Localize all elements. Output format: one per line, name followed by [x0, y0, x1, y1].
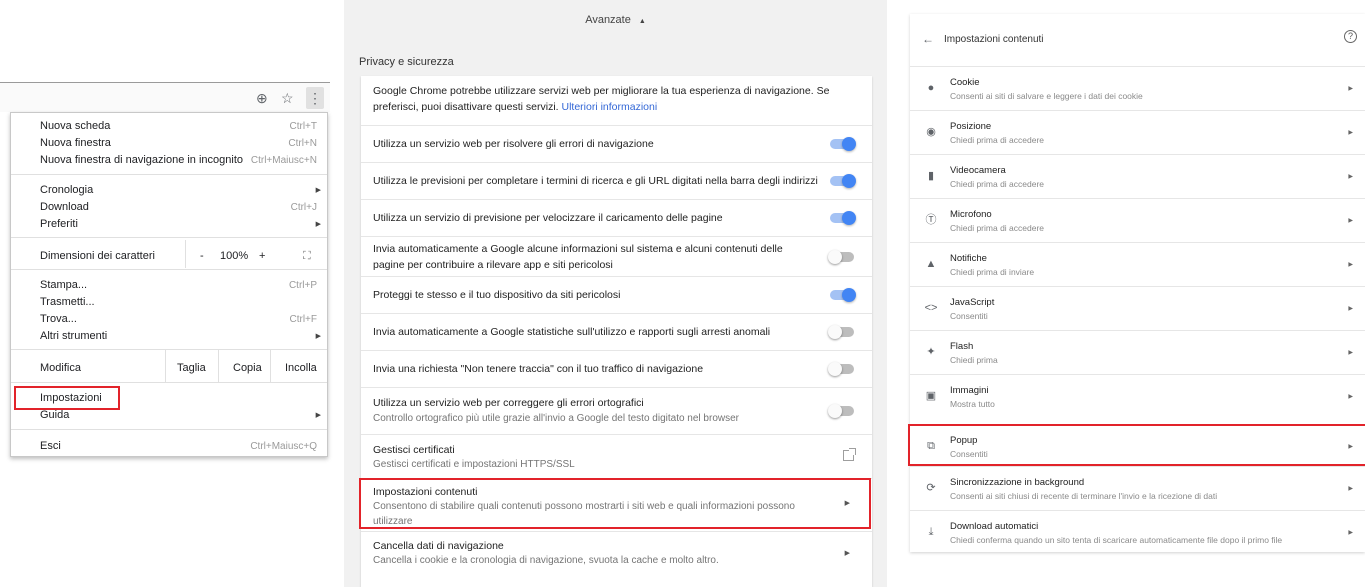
puzzle-icon: ✦	[926, 346, 936, 358]
menu-item-print[interactable]: Stampa... Ctrl+P	[11, 277, 327, 294]
submenu-arrow-icon: ▶	[315, 187, 321, 194]
content-item-location[interactable]: ◉ Posizione Chiedi prima di accedere ▶	[910, 110, 1365, 154]
content-item-notifications[interactable]: ▲ Notifiche Chiedi prima di inviare ▶	[910, 242, 1365, 286]
menu-item-downloads[interactable]: Download Ctrl+J	[11, 199, 327, 216]
browser-toolbar: ⊕ ☆ ⋮	[0, 82, 330, 112]
popup-highlight-box	[908, 424, 1365, 466]
camera-icon: ▮	[927, 170, 935, 182]
location-target-icon[interactable]: ⊕	[256, 88, 268, 108]
bookmark-star-icon[interactable]: ☆	[281, 88, 294, 108]
toggle-row[interactable]: Utilizza le previsioni per completare i …	[361, 162, 872, 199]
image-icon: ▣	[925, 390, 937, 402]
cut-button[interactable]: Taglia	[177, 360, 206, 377]
chevron-right-icon: ▶	[1348, 218, 1353, 224]
section-title: Privacy e sicurezza	[359, 56, 454, 68]
toggle-row[interactable]: Invia automaticamente a Google alcune in…	[361, 236, 872, 276]
toggle-row[interactable]: Invia una richiesta "Non tenere traccia"…	[361, 350, 872, 387]
zoom-value: 100%	[220, 250, 249, 262]
menu-zoom-row: Dimensioni dei caratteri - 100% + ⛶	[11, 248, 327, 265]
chevron-right-icon: ▶	[1348, 486, 1353, 492]
menu-item-new-window[interactable]: Nuova finestra Ctrl+N	[11, 135, 327, 152]
content-item-flash[interactable]: ✦ Flash Chiedi prima ▶	[910, 330, 1365, 374]
zoom-in-button[interactable]: +	[259, 248, 265, 265]
toggle-switch[interactable]	[828, 362, 854, 376]
external-link-icon	[843, 448, 856, 461]
chevron-right-icon: ▶	[1348, 174, 1353, 180]
content-item-cookie[interactable]: ● Cookie Consenti ai siti di salvare e l…	[910, 66, 1365, 110]
menu-item-more-tools[interactable]: Altri strumenti ▶	[11, 328, 327, 345]
chevron-right-icon: ▶	[1348, 394, 1353, 400]
chevron-right-icon: ▶	[1348, 530, 1353, 536]
microphone-icon: Ⓣ	[925, 214, 937, 226]
chevron-right-icon: ▶	[1348, 130, 1353, 136]
content-settings-header: ← Impostazioni contenuti ?	[910, 14, 1365, 66]
toggle-switch[interactable]	[830, 211, 856, 225]
content-settings-panel: ← Impostazioni contenuti ? ● Cookie Cons…	[908, 14, 1365, 554]
toggle-switch[interactable]	[830, 174, 856, 188]
submenu-arrow-icon: ▶	[315, 333, 321, 340]
back-arrow-icon[interactable]: ←	[922, 32, 934, 46]
copy-button[interactable]: Copia	[233, 360, 262, 377]
menu-edit-row: Modifica Taglia Copia Incolla	[11, 360, 327, 377]
privacy-intro: Google Chrome potrebbe utilizzare serviz…	[373, 85, 830, 113]
cookie-icon: ●	[927, 82, 935, 94]
clear-browsing-data-row[interactable]: Cancella dati di navigazione Cancella i …	[361, 531, 872, 575]
settings-highlight-box	[14, 386, 120, 410]
toggle-switch[interactable]	[828, 325, 854, 339]
paste-button[interactable]: Incolla	[285, 360, 317, 377]
download-icon: ⤓	[928, 526, 934, 538]
submenu-arrow-icon: ▶	[315, 412, 321, 419]
menu-item-bookmarks[interactable]: Preferiti ▶	[11, 216, 327, 233]
kebab-menu-icon[interactable]: ⋮	[306, 87, 324, 109]
manage-certificates-row[interactable]: Gestisci certificati Gestisci certificat…	[361, 434, 872, 478]
zoom-out-button[interactable]: -	[200, 248, 204, 265]
sync-icon: ⟳	[926, 482, 936, 494]
toggle-row[interactable]: Utilizza un servizio di previsione per v…	[361, 199, 872, 236]
advanced-header[interactable]: Avanzate ▲	[344, 14, 887, 26]
content-item-auto-downloads[interactable]: ⤓ Download automatici Chiedi conferma qu…	[910, 510, 1365, 554]
menu-separator	[11, 269, 327, 270]
toggle-switch[interactable]	[828, 250, 854, 264]
help-icon[interactable]: ?	[1344, 30, 1357, 43]
menu-separator	[11, 349, 327, 350]
toggle-switch[interactable]	[830, 288, 856, 302]
chevron-up-icon: ▲	[638, 18, 646, 25]
menu-item-find[interactable]: Trova... Ctrl+F	[11, 311, 327, 328]
menu-item-exit[interactable]: Esci Ctrl+Maiusc+Q	[11, 438, 327, 455]
location-icon: ◉	[926, 126, 936, 138]
chevron-right-icon: ▶	[1348, 86, 1353, 92]
toggle-row[interactable]: Utilizza un servizio web per risolvere g…	[361, 125, 872, 162]
content-item-microphone[interactable]: Ⓣ Microfono Chiedi prima di accedere ▶	[910, 198, 1365, 242]
content-item-background-sync[interactable]: ⟳ Sincronizzazione in background Consent…	[910, 466, 1365, 510]
content-settings-highlight-box	[359, 478, 871, 529]
chevron-right-icon: ▶	[844, 550, 850, 557]
spellcheck-row[interactable]: Utilizza un servizio web per correggere …	[361, 387, 872, 434]
menu-separator	[11, 237, 327, 238]
menu-item-incognito[interactable]: Nuova finestra di navigazione in incogni…	[11, 152, 327, 169]
more-info-link[interactable]: Ulteriori informazioni	[562, 101, 658, 113]
page-title: Impostazioni contenuti	[944, 34, 1044, 45]
menu-item-history[interactable]: Cronologia ▶	[11, 182, 327, 199]
submenu-arrow-icon: ▶	[315, 221, 321, 228]
menu-separator	[11, 382, 327, 383]
menu-separator	[11, 429, 327, 430]
chevron-right-icon: ▶	[1348, 306, 1353, 312]
chevron-right-icon: ▶	[1348, 262, 1353, 268]
toggle-switch[interactable]	[828, 404, 854, 418]
fullscreen-icon[interactable]: ⛶	[303, 248, 311, 265]
bell-icon: ▲	[925, 258, 937, 270]
content-item-javascript[interactable]: <> JavaScript Consentiti ▶	[910, 286, 1365, 330]
toggle-row[interactable]: Invia automaticamente a Google statistic…	[361, 313, 872, 350]
menu-item-cast[interactable]: Trasmetti...	[11, 294, 327, 311]
toggle-row[interactable]: Proteggi te stesso e il tuo dispositivo …	[361, 276, 872, 313]
toggle-switch[interactable]	[830, 137, 856, 151]
menu-item-new-tab[interactable]: Nuova scheda Ctrl+T	[11, 118, 327, 135]
chevron-right-icon: ▶	[1348, 350, 1353, 356]
chrome-menu-panel: ⊕ ☆ ⋮ Nuova scheda Ctrl+T Nuova finestra…	[0, 82, 330, 457]
menu-separator	[11, 174, 327, 175]
content-item-images[interactable]: ▣ Immagini Mostra tutto ▶	[910, 374, 1365, 418]
code-icon: <>	[924, 302, 938, 314]
advanced-settings-panel: Avanzate ▲ Privacy e sicurezza Google Chr…	[344, 0, 887, 587]
content-item-camera[interactable]: ▮ Videocamera Chiedi prima di accedere ▶	[910, 154, 1365, 198]
